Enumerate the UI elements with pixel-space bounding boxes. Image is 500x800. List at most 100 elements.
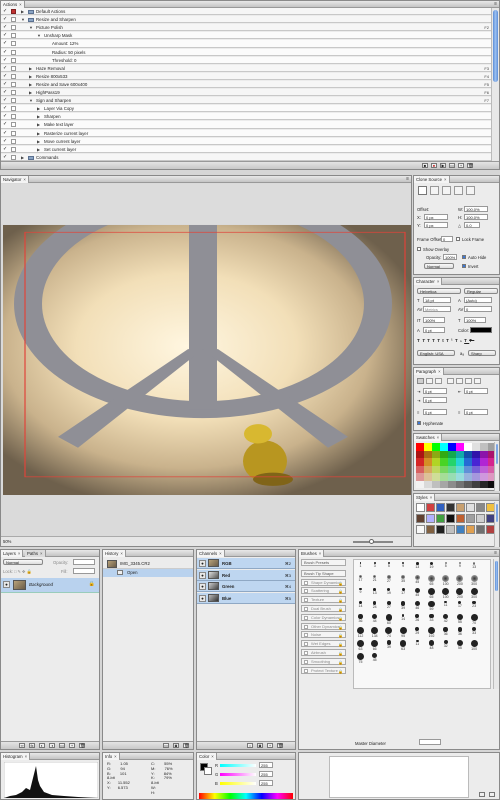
color-swatch[interactable]	[416, 443, 424, 451]
brush-preset[interactable]: 63	[399, 640, 408, 651]
color-swatch[interactable]	[416, 450, 424, 458]
brush-preset[interactable]: 29	[413, 627, 422, 638]
brush-option[interactable]: Scattering 🔒	[301, 587, 346, 595]
lock-icon[interactable]: 🔒	[338, 651, 343, 657]
trash-icon[interactable]: 🗑	[79, 743, 85, 748]
color-swatch[interactable]	[432, 450, 440, 458]
brush-option[interactable]: Color Dynamics 🔒	[301, 613, 346, 622]
height-field[interactable]: 100.0%	[464, 214, 488, 220]
close-icon[interactable]: ×	[19, 2, 22, 7]
color-swatch[interactable]	[440, 473, 448, 481]
brush-preset[interactable]: 27	[384, 601, 393, 612]
dialog-toggle-icon[interactable]	[11, 114, 16, 120]
dialog-toggle-icon[interactable]	[11, 17, 16, 23]
disclosure-right-icon[interactable]: ▶	[37, 147, 40, 152]
color-swatch[interactable]	[464, 443, 472, 451]
actions-scrollbar[interactable]	[491, 8, 499, 162]
frame-offset-field[interactable]: 0	[441, 236, 453, 242]
action-row[interactable]: ✓ ▼ Picture Polish F2	[1, 24, 491, 32]
font-style-select[interactable]: Regular	[464, 288, 498, 294]
color-swatch[interactable]	[432, 473, 440, 481]
green-value-field[interactable]: 255	[259, 771, 273, 777]
dialog-toggle-icon[interactable]	[11, 146, 16, 152]
dialog-toggle-icon[interactable]	[11, 57, 16, 63]
new-action-icon[interactable]: +	[458, 163, 464, 168]
swatches-scrollbar[interactable]	[494, 442, 499, 491]
scroll-thumb[interactable]	[496, 444, 498, 464]
lock-icon[interactable]: 🔒	[338, 625, 343, 631]
brush-preset[interactable]: 17	[399, 588, 408, 599]
style-preset[interactable]	[466, 503, 475, 512]
check-icon[interactable]: ✓	[3, 57, 8, 63]
brush-preset[interactable]: 45	[413, 588, 422, 599]
color-swatch[interactable]	[424, 458, 432, 466]
indent-left-field[interactable]: 0 pt	[423, 388, 447, 394]
brush-preset[interactable]: 36	[441, 627, 450, 638]
brushes-scrollbar[interactable]	[493, 559, 499, 689]
new-channel-icon[interactable]: +	[267, 743, 273, 748]
color-swatch[interactable]	[448, 473, 456, 481]
lock-icon[interactable]: 🔒	[338, 660, 343, 666]
all-caps-button[interactable]: TT	[427, 338, 437, 343]
scroll-thumb[interactable]	[496, 504, 498, 522]
brush-option[interactable]: Noise 🔒	[301, 631, 346, 639]
lock-icon[interactable]: 🔒	[338, 633, 343, 639]
brush-option-checkbox[interactable]	[304, 624, 308, 629]
brush-option-checkbox[interactable]	[304, 580, 308, 585]
color-swatch[interactable]	[472, 443, 480, 451]
check-icon[interactable]: ✓	[3, 98, 8, 103]
brush-option-checkbox[interactable]	[304, 633, 308, 638]
close-icon[interactable]: ×	[444, 177, 447, 182]
brush-preset[interactable]: 66	[370, 640, 379, 651]
close-icon[interactable]: ×	[40, 551, 43, 556]
style-preset[interactable]	[456, 503, 465, 512]
eye-icon[interactable]: ●	[199, 560, 206, 567]
brush-option[interactable]: Brush Tip Shape	[301, 569, 346, 577]
text-color-swatch[interactable]	[470, 327, 492, 333]
brush-preset[interactable]: 5	[384, 562, 393, 573]
align-left-icon[interactable]	[417, 378, 424, 384]
action-row[interactable]: ✓ ▶ Haze Removal F3	[1, 64, 491, 72]
dialog-toggle-icon[interactable]	[11, 41, 16, 47]
color-swatch[interactable]	[448, 458, 456, 466]
brush-option-checkbox[interactable]	[304, 668, 308, 673]
layer-opacity-field[interactable]	[73, 559, 95, 565]
color-swatch[interactable]	[432, 480, 440, 488]
history-state[interactable]: Open	[103, 569, 193, 577]
lock-icon[interactable]: 🔒	[338, 616, 343, 622]
brush-preset[interactable]: 9	[455, 562, 464, 573]
brush-preset[interactable]: 100	[441, 588, 450, 599]
color-swatch[interactable]	[416, 473, 424, 481]
action-row[interactable]: ✓ ▶ HighPass19 F6	[1, 89, 491, 97]
brush-option[interactable]: Dual Brush 🔒	[301, 605, 346, 612]
close-icon[interactable]: ×	[430, 495, 433, 500]
clone-stamp-icon[interactable]	[430, 186, 439, 195]
style-preset[interactable]	[416, 503, 425, 512]
channel-row[interactable]: ● Blue ⌘5	[197, 592, 295, 604]
action-row[interactable]: ✓ ▼ Resize and Sharpen	[1, 16, 491, 24]
color-swatch[interactable]	[416, 465, 424, 473]
style-preset[interactable]	[476, 525, 485, 534]
lock-icon[interactable]: 🔒	[338, 589, 343, 595]
color-swatch[interactable]	[472, 458, 480, 466]
check-icon[interactable]: ✓	[3, 49, 8, 55]
color-swatch[interactable]	[424, 473, 432, 481]
horizontal-scale-field[interactable]: 100%	[464, 317, 486, 323]
layer-style-icon[interactable]: fx	[29, 743, 35, 748]
justify-icon[interactable]	[456, 378, 463, 384]
close-icon[interactable]: ×	[25, 754, 28, 759]
close-icon[interactable]: ×	[18, 551, 21, 556]
disclosure-right-icon[interactable]: ▶	[37, 114, 40, 119]
action-row[interactable]: ✓ ▶ Sharpen	[1, 113, 491, 121]
tab-brushes[interactable]: Brushes ×	[299, 550, 325, 557]
master-diameter-field[interactable]	[419, 739, 441, 745]
tab-layers[interactable]: Layers ×	[1, 550, 24, 557]
brush-preset[interactable]: 65	[427, 575, 436, 586]
dialog-toggle-icon[interactable]	[11, 138, 16, 144]
tab-character[interactable]: Character ×	[414, 278, 443, 285]
brush-preset[interactable]: 45	[370, 653, 379, 664]
hyphenate-checkbox[interactable]	[417, 421, 421, 425]
folder-icon[interactable]: ▭	[59, 743, 65, 748]
color-swatch[interactable]	[472, 480, 480, 488]
font-family-select[interactable]: Helvetica	[417, 288, 461, 294]
